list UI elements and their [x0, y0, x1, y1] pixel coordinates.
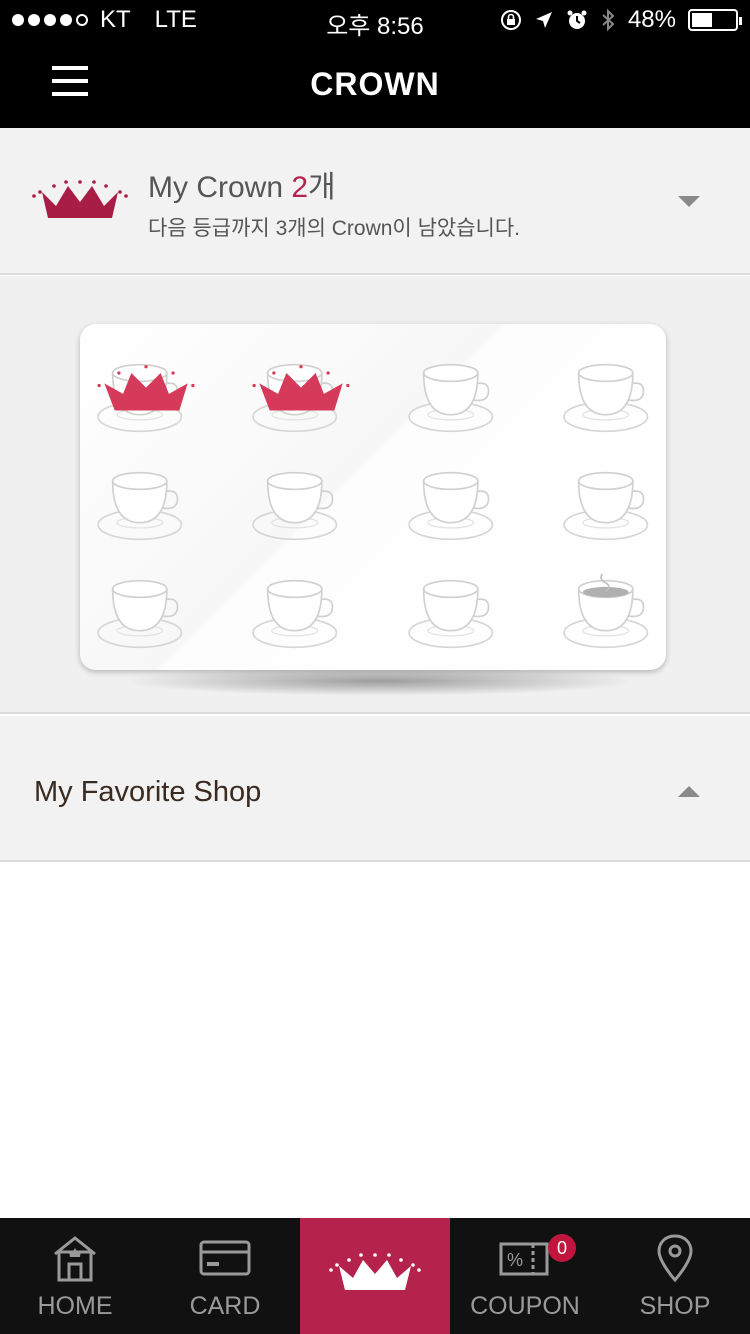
tab-shop[interactable]: SHOP: [600, 1218, 750, 1334]
stamp-empty-cup-icon: [252, 579, 338, 649]
stamp-card-area: [0, 276, 750, 714]
status-bar: KT LTE 오후 8:56 48%: [0, 0, 750, 40]
battery-percent: 48%: [627, 6, 676, 33]
stamp-empty-cup-icon: [408, 363, 494, 433]
coupon-icon: %: [499, 1242, 549, 1276]
stamp-empty-cup-icon: [97, 579, 183, 649]
coupon-badge: 0: [548, 1234, 576, 1262]
page-title: CROWN: [310, 66, 440, 102]
crown-count: 2: [291, 171, 309, 204]
stamp-empty-cup-icon: [563, 363, 649, 433]
tab-label: COUPON: [470, 1292, 580, 1320]
crown-count-unit: 개: [308, 171, 336, 204]
stamp-empty-cup-icon: [408, 579, 494, 649]
home-icon: [54, 1236, 96, 1282]
favorite-shop-section[interactable]: My Favorite Shop: [0, 716, 750, 862]
my-crown-title: My Crown 2개: [148, 162, 336, 206]
location-pin-icon: [657, 1234, 693, 1283]
crown-icon: [32, 180, 128, 218]
card-icon: [199, 1240, 251, 1276]
battery-icon: [688, 9, 742, 31]
next-level-text: 다음 등급까지 3개의 Crown이 남았습니다.: [148, 217, 521, 240]
tab-label: SHOP: [639, 1292, 711, 1320]
tab-crown[interactable]: [300, 1218, 450, 1334]
location-arrow-icon: [535, 12, 552, 28]
stamp-empty-cup-icon: [252, 471, 338, 541]
crown-summary[interactable]: My Crown 2개 다음 등급까지 3개의 Crown이 남았습니다.: [0, 128, 750, 275]
tab-bar: HOME CARD % COUPON SHOP: [0, 1218, 750, 1334]
favorite-shop-title: My Favorite Shop: [34, 776, 262, 808]
tab-label: CARD: [189, 1292, 261, 1320]
battery-fill: [692, 13, 712, 27]
stamp-earned-crown-icon: [252, 363, 350, 433]
tab-card[interactable]: CARD: [150, 1218, 300, 1334]
crown-icon: [329, 1253, 421, 1290]
rotation-lock-icon: [500, 10, 521, 30]
collapse-caret-icon[interactable]: [678, 786, 700, 797]
stamp-empty-cup-icon: [97, 471, 183, 541]
my-crown-label: My Crown: [148, 171, 292, 204]
stamp-earned-crown-icon: [97, 363, 195, 433]
card-shadow: [120, 666, 640, 696]
bluetooth-icon: [602, 8, 615, 32]
stamp-reward-coffee-icon: [563, 574, 649, 649]
stamp-card: [80, 324, 666, 670]
status-icons: 48%: [500, 6, 742, 34]
alarm-icon: [567, 10, 587, 29]
stamp-empty-cup-icon: [408, 471, 494, 541]
expand-caret-icon[interactable]: [678, 196, 700, 207]
stamp-empty-cup-icon: [563, 471, 649, 541]
tab-home[interactable]: HOME: [0, 1218, 150, 1334]
tab-coupon[interactable]: % COUPON: [450, 1218, 600, 1334]
nav-bar: CROWN: [0, 40, 750, 128]
svg-text:%: %: [507, 1250, 523, 1270]
tab-label: HOME: [37, 1292, 113, 1320]
